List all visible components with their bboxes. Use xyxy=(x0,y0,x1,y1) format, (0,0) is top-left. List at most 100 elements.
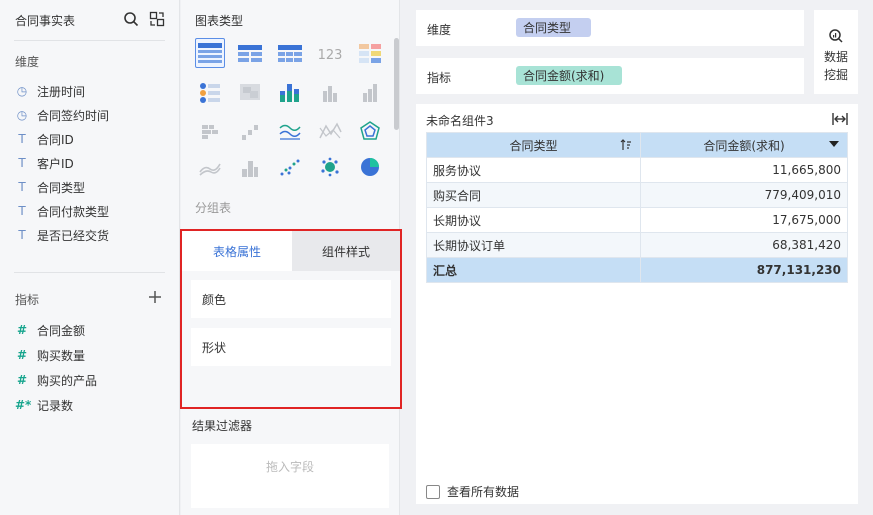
measure-field[interactable]: # 购买数量 xyxy=(15,345,85,365)
data-mining-label-2: 挖掘 xyxy=(823,68,848,82)
dimension-shelf[interactable]: 维度 合同类型 xyxy=(416,10,804,46)
table-cell: 11,665,800 xyxy=(640,157,848,183)
line-icon[interactable] xyxy=(275,116,305,146)
hash-icon: # xyxy=(16,373,28,387)
tab-component-style[interactable]: 组件样式 xyxy=(292,231,400,271)
bar-stacked-icon[interactable] xyxy=(275,77,305,107)
view-all-label: 查看所有数据 xyxy=(447,485,520,499)
table-total-row: 汇总 877,131,230 xyxy=(426,257,848,283)
column-header-contract-type[interactable]: 合同类型 xyxy=(426,132,641,158)
chart-type-title: 图表类型 xyxy=(195,14,244,28)
map-points-icon[interactable] xyxy=(195,77,225,107)
dimension-field[interactable]: T 客户ID xyxy=(15,153,74,173)
measure-field[interactable]: #* 记录数 xyxy=(15,395,73,415)
bar-percent-icon[interactable] xyxy=(355,77,385,107)
dimension-field[interactable]: T 合同类型 xyxy=(15,177,85,197)
field-label: 合同签约时间 xyxy=(37,108,110,123)
total-value: 877,131,230 xyxy=(640,257,848,283)
measure-field[interactable]: # 合同金额 xyxy=(15,320,85,340)
table-cell: 17,675,000 xyxy=(640,207,848,233)
table-grouped-icon[interactable] xyxy=(195,38,225,68)
chart-type-scrollbar[interactable] xyxy=(394,38,399,130)
dimension-field[interactable]: ◷ 注册时间 xyxy=(15,81,85,101)
sort-icon[interactable] xyxy=(620,139,632,151)
field-label: 购买数量 xyxy=(37,348,86,363)
table-cell: 服务协议 xyxy=(426,157,641,183)
add-measure-icon[interactable] xyxy=(148,290,162,304)
bubble-icon[interactable] xyxy=(315,152,345,182)
column-header-label: 合同金额(求和) xyxy=(703,138,785,153)
column-header-contract-amount[interactable]: 合同金额(求和) xyxy=(640,132,848,158)
tab-table-properties[interactable]: 表格属性 xyxy=(182,231,292,271)
text-type-icon: T xyxy=(18,156,26,170)
pie-icon[interactable] xyxy=(355,152,385,182)
clock-icon: ◷ xyxy=(16,108,28,122)
text-type-icon: T xyxy=(18,228,26,242)
text-type-icon: T xyxy=(18,204,26,218)
field-label: 注册时间 xyxy=(37,84,86,99)
table-row: 长期协议订单 68,381,420 xyxy=(426,232,848,258)
table-row: 长期协议 17,675,000 xyxy=(426,207,848,233)
table-header-row: 合同类型 合同金额(求和) xyxy=(426,132,848,158)
dimension-shelf-label: 维度 xyxy=(427,23,452,37)
dimension-field[interactable]: T 合同付款类型 xyxy=(15,201,109,221)
field-label: 合同类型 xyxy=(37,180,86,195)
scatter-icon[interactable] xyxy=(275,152,305,182)
data-mining-icon xyxy=(829,29,843,43)
radar-line-icon[interactable] xyxy=(315,116,345,146)
text-type-icon: T xyxy=(18,132,26,146)
search-icon[interactable] xyxy=(123,11,139,27)
bar-horizontal-icon[interactable] xyxy=(195,116,225,146)
hash-icon: # xyxy=(16,348,28,362)
data-mining-label-1: 数据 xyxy=(823,50,848,64)
field-label: 记录数 xyxy=(37,398,74,413)
divider xyxy=(14,272,165,273)
waterfall-icon[interactable] xyxy=(235,116,265,146)
group-table-label: 分组表 xyxy=(195,201,232,215)
measure-shelf-label: 指标 xyxy=(427,71,452,85)
heatmap-icon[interactable] xyxy=(235,77,265,107)
shape-property[interactable]: 形状 xyxy=(191,328,391,366)
color-property[interactable]: 颜色 xyxy=(191,280,391,318)
table-cell: 购买合同 xyxy=(426,182,641,208)
text-type-icon: T xyxy=(18,180,26,194)
dimension-field[interactable]: T 合同ID xyxy=(15,129,74,149)
dimension-field[interactable]: ◷ 合同签约时间 xyxy=(15,105,109,125)
data-mining-button[interactable]: 数据 挖掘 xyxy=(814,10,858,94)
table-cell: 68,381,420 xyxy=(640,232,848,258)
measure-shelf[interactable]: 指标 合同金额(求和) xyxy=(416,58,804,94)
svg-text:123: 123 xyxy=(318,48,343,63)
table-colored-icon[interactable] xyxy=(355,38,385,68)
field-label: 合同ID xyxy=(37,132,74,147)
data-table: 合同类型 合同金额(求和) 服务协议 11,665,800 购买合同 779,409… xyxy=(426,132,848,283)
divider xyxy=(14,40,165,41)
field-label: 客户ID xyxy=(37,156,74,171)
table-properties-panel: 表格属性 组件样式 颜色 形状 xyxy=(180,229,402,409)
column-header-label: 合同类型 xyxy=(509,138,558,153)
dimension-field[interactable]: T 是否已经交货 xyxy=(15,225,109,245)
dataset-title: 合同事实表 xyxy=(15,14,76,28)
widget-title: 未命名组件3 xyxy=(426,114,494,128)
table-cross-icon[interactable] xyxy=(235,38,265,68)
field-label: 合同付款类型 xyxy=(37,204,110,219)
hash-star-icon: #* xyxy=(15,398,32,412)
table-detail-icon[interactable] xyxy=(275,38,305,68)
bar-grouped-icon[interactable] xyxy=(315,77,345,107)
radar-icon[interactable] xyxy=(355,116,385,146)
switch-dataset-icon[interactable] xyxy=(149,11,165,27)
clock-icon: ◷ xyxy=(16,84,28,98)
measure-pill[interactable]: 合同金额(求和) xyxy=(516,66,622,85)
view-all-data-toggle[interactable]: 查看所有数据 xyxy=(426,483,519,500)
table-cell: 779,409,010 xyxy=(640,182,848,208)
table-widget: 未命名组件3 合同类型 合同金额(求和) 服务协议 11,665,800 购买合同… xyxy=(416,104,858,504)
caret-down-icon[interactable] xyxy=(829,141,839,147)
measure-field[interactable]: # 购买的产品 xyxy=(15,370,97,390)
total-label: 汇总 xyxy=(426,257,641,283)
table-cell: 长期协议 xyxy=(426,207,641,233)
fit-width-icon[interactable] xyxy=(832,112,848,126)
histogram-icon[interactable] xyxy=(235,152,265,182)
area-icon[interactable] xyxy=(195,152,225,182)
dimension-pill[interactable]: 合同类型 xyxy=(516,18,591,37)
view-all-checkbox[interactable] xyxy=(426,484,440,499)
kpi-number-icon[interactable]: 123 xyxy=(315,38,345,68)
